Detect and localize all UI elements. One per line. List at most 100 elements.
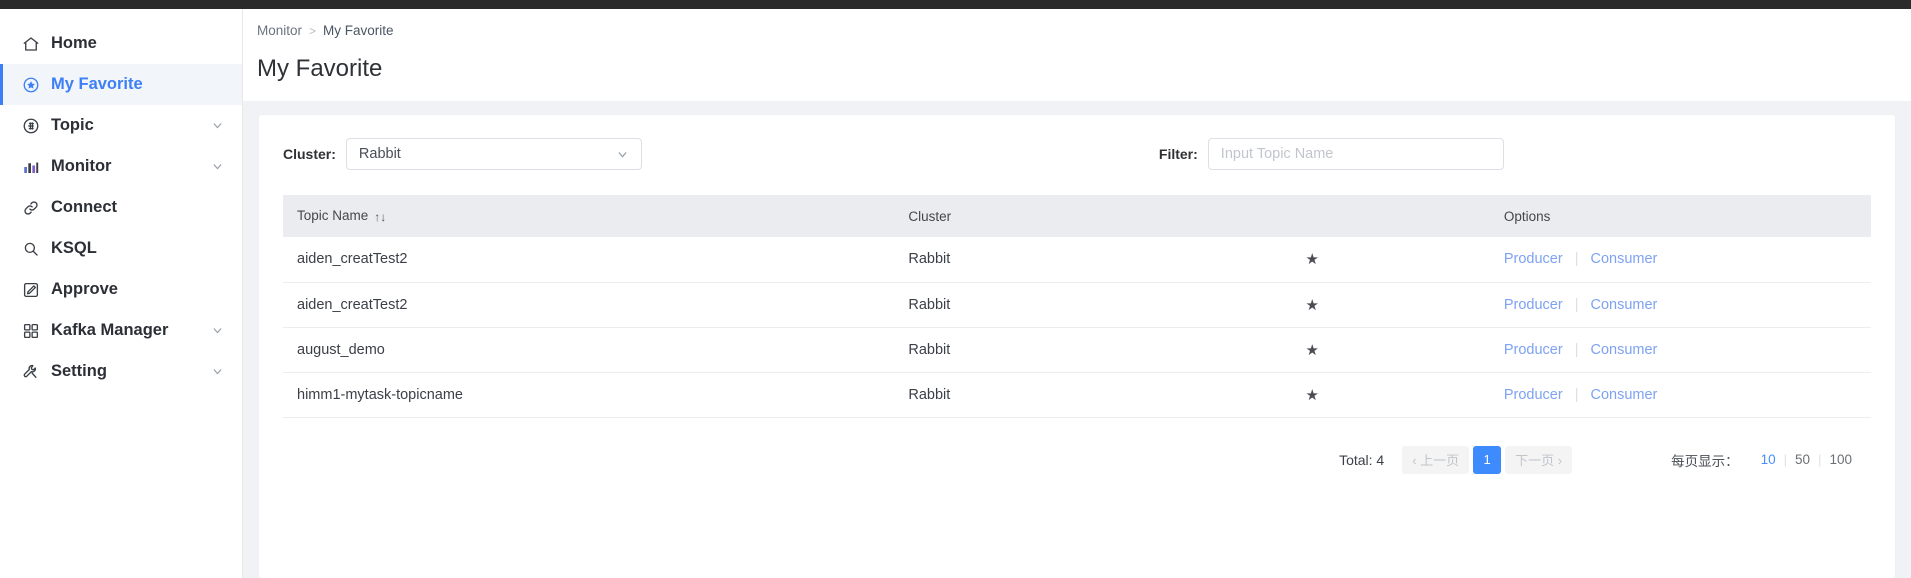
cell-topic-name: august_demo <box>283 327 895 373</box>
sidebar-item-approve[interactable]: Approve <box>0 269 242 310</box>
breadcrumb-separator-icon: > <box>309 23 317 38</box>
favorite-star-icon[interactable]: ★ <box>1305 341 1318 359</box>
chart-bars-icon <box>21 157 41 177</box>
sidebar-item-home[interactable]: Home <box>0 23 242 64</box>
chevron-down-icon[interactable] <box>210 160 224 174</box>
table-row: aiden_creatTest2 Rabbit ★ Producer | Consumer <box>283 282 1871 328</box>
sidebar-item-label: My Favorite <box>51 75 143 93</box>
cell-cluster: Rabbit <box>894 282 1276 328</box>
favorite-star-icon <box>21 75 41 95</box>
topic-filter-input[interactable] <box>1207 138 1504 170</box>
cell-topic-name: aiden_creatTest2 <box>283 237 895 283</box>
column-header-topic-name[interactable]: Topic Name ↑↓ <box>283 195 895 237</box>
table-row: aiden_creatTest2 Rabbit ★ Producer | Consumer <box>283 237 1871 283</box>
favorites-table: Topic Name ↑↓ Cluster Options aiden_creat… <box>283 195 1871 418</box>
consumer-link[interactable]: Consumer <box>1590 387 1657 403</box>
sidebar-item-connect[interactable]: Connect <box>0 187 242 228</box>
link-icon <box>21 198 41 218</box>
cell-topic-name: aiden_creatTest2 <box>283 282 895 328</box>
page-size-selector: 每页显示： 10 | 50 | 100 <box>1671 450 1860 470</box>
table-header-row: Topic Name ↑↓ Cluster Options <box>283 195 1871 237</box>
content-background: Cluster: Rabbit Filter: Input Topic Name… <box>243 101 1911 578</box>
topic-filter-field: Filter: <box>1159 138 1504 170</box>
sidebar-item-label: Home <box>51 34 97 52</box>
cell-topic-name: himm1-mytask-topicname <box>283 372 895 418</box>
sidebar-item-ksql[interactable]: KSQL <box>0 228 242 269</box>
total-count: Total: 4 <box>1339 451 1385 468</box>
column-header-cluster: Cluster <box>894 195 1276 237</box>
cell-options: Producer | Consumer <box>1489 237 1871 283</box>
prev-page-button[interactable]: ‹ 上一页 <box>1402 445 1470 474</box>
sidebar-item-label: KSQL <box>51 239 97 257</box>
chevron-down-icon[interactable] <box>210 365 224 379</box>
consumer-link[interactable]: Consumer <box>1590 297 1657 313</box>
sidebar-item-topic[interactable]: Topic <box>0 105 242 146</box>
sidebar-item-label: Monitor <box>51 157 112 175</box>
consumer-link[interactable]: Consumer <box>1590 342 1657 358</box>
cell-favorite: ★ <box>1275 327 1490 373</box>
sidebar-item-kafka-manager[interactable]: Kafka Manager <box>0 310 242 351</box>
sort-icon[interactable]: ↑↓ <box>374 210 386 224</box>
column-header-topic-name-label: Topic Name <box>297 208 369 224</box>
page-size-option-100[interactable]: 100 <box>1821 452 1860 467</box>
pagination: Total: 4 ‹ 上一页 1 下一页 › 每页显示： 10 | 50 | 100 <box>283 445 1871 474</box>
filter-label: Filter: <box>1158 146 1198 162</box>
next-page-button[interactable]: 下一页 › <box>1505 445 1573 474</box>
breadcrumb-parent[interactable]: Monitor <box>257 23 302 38</box>
chevron-down-icon[interactable] <box>210 324 224 338</box>
options-separator: | <box>1574 251 1579 268</box>
producer-link[interactable]: Producer <box>1504 297 1563 313</box>
cell-favorite: ★ <box>1275 282 1490 328</box>
cell-favorite: ★ <box>1275 372 1490 418</box>
favorite-star-icon[interactable]: ★ <box>1305 296 1318 314</box>
chevron-down-icon[interactable] <box>210 119 224 133</box>
sidebar-item-label: Topic <box>51 116 94 134</box>
cluster-field: Cluster: Rabbit <box>283 138 642 170</box>
sidebar: Home My Favorite Topic Monitor Connect KSQL Ap… <box>0 9 243 578</box>
sidebar-item-label: Setting <box>51 362 107 380</box>
cluster-select[interactable]: Rabbit <box>345 138 642 170</box>
chevron-down-icon <box>616 148 629 161</box>
cell-options: Producer | Consumer <box>1489 282 1871 328</box>
producer-link[interactable]: Producer <box>1504 251 1563 267</box>
options-separator: | <box>1574 341 1579 358</box>
page-size-option-10[interactable]: 10 <box>1753 452 1784 467</box>
page-size-option-50[interactable]: 50 <box>1787 452 1818 467</box>
content-card: Cluster: Rabbit Filter: Input Topic Name… <box>259 115 1895 578</box>
page-size-label: 每页显示： <box>1671 453 1739 469</box>
page-number-1[interactable]: 1 <box>1473 445 1502 474</box>
producer-link[interactable]: Producer <box>1504 387 1563 403</box>
main-area: Monitor > My Favorite My Favorite Cluste… <box>243 9 1911 578</box>
table-body: aiden_creatTest2 Rabbit ★ Producer | Consumer… <box>283 237 1871 418</box>
cell-cluster: Rabbit <box>894 327 1276 373</box>
page-title: My Favorite <box>257 55 383 82</box>
cell-options: Producer | Consumer <box>1489 327 1871 373</box>
cell-favorite: ★ <box>1275 237 1490 283</box>
favorite-star-icon[interactable]: ★ <box>1305 250 1318 268</box>
breadcrumb-current: My Favorite <box>323 23 394 38</box>
cell-cluster: Rabbit <box>894 372 1276 418</box>
topic-icon <box>21 116 41 136</box>
body-row: Home My Favorite Topic Monitor Connect KSQL Ap… <box>0 9 1911 578</box>
sidebar-item-monitor[interactable]: Monitor <box>0 146 242 187</box>
favorite-star-icon[interactable]: ★ <box>1305 386 1318 404</box>
filter-bar: Cluster: Rabbit Filter: <box>283 137 1871 171</box>
cell-cluster: Rabbit <box>894 237 1276 283</box>
table-row: august_demo Rabbit ★ Producer | Consumer <box>283 327 1871 373</box>
consumer-link[interactable]: Consumer <box>1590 251 1657 267</box>
sidebar-item-label: Approve <box>51 280 118 298</box>
column-header-favorite <box>1275 195 1490 237</box>
sidebar-item-setting[interactable]: Setting <box>0 351 242 392</box>
producer-link[interactable]: Producer <box>1504 342 1563 358</box>
options-separator: | <box>1574 386 1579 403</box>
sidebar-item-my-favorite[interactable]: My Favorite <box>0 64 242 105</box>
home-icon <box>21 34 41 54</box>
options-separator: | <box>1574 296 1579 313</box>
tools-icon <box>21 362 41 382</box>
cell-options: Producer | Consumer <box>1489 372 1871 418</box>
cluster-label: Cluster: <box>283 146 336 162</box>
search-icon <box>21 239 41 259</box>
sidebar-item-label: Connect <box>51 198 117 216</box>
table-row: himm1-mytask-topicname Rabbit ★ Producer | Co… <box>283 372 1871 418</box>
grid-icon <box>21 321 41 341</box>
